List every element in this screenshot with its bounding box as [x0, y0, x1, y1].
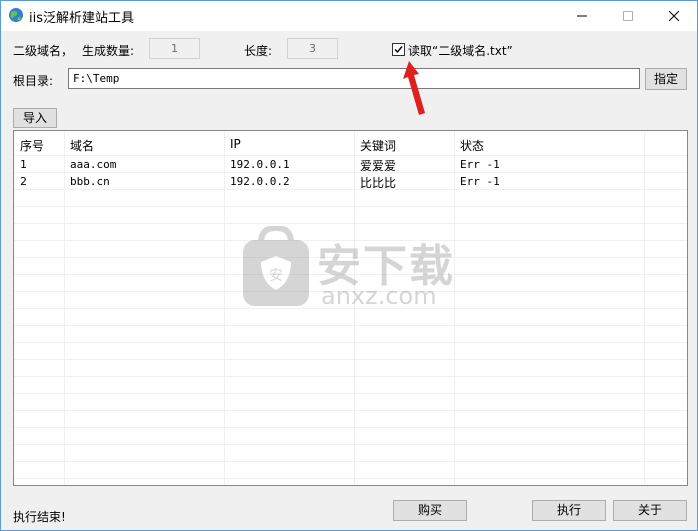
- length-field[interactable]: 3: [287, 38, 338, 59]
- column-header-index[interactable]: 序号: [20, 137, 44, 154]
- minimize-button[interactable]: [559, 1, 605, 31]
- read-file-checkbox[interactable]: [392, 43, 405, 56]
- length-label: 长度:: [244, 44, 273, 58]
- window-title: iis泛解析建站工具: [29, 11, 134, 26]
- table-header: 序号 域名 IP 关键词 状态: [14, 131, 687, 155]
- watermark: 安 安下载 anxz.com: [241, 224, 461, 311]
- close-button[interactable]: [651, 1, 697, 31]
- watermark-en: anxz.com: [321, 282, 437, 310]
- row-ip: 192.0.0.1: [230, 158, 290, 171]
- about-button[interactable]: 关于: [613, 500, 687, 521]
- row-index: 1: [20, 158, 27, 171]
- execute-button[interactable]: 执行: [532, 500, 606, 521]
- status-text: 执行结束!: [13, 510, 66, 524]
- row-keyword: 爱爱爱: [360, 159, 397, 173]
- root-dir-input[interactable]: F:\Temp: [68, 68, 640, 89]
- maximize-button[interactable]: [605, 1, 651, 31]
- checkmark-icon: [394, 46, 403, 54]
- row-status: Err -1: [460, 158, 500, 171]
- count-field[interactable]: 1: [149, 38, 200, 59]
- import-button[interactable]: 导入: [13, 108, 57, 128]
- count-label: 生成数量:: [82, 44, 135, 58]
- column-header-status[interactable]: 状态: [460, 137, 484, 154]
- close-icon: [669, 11, 679, 21]
- row-status: Err -1: [460, 175, 500, 188]
- subdomain-label: 二级域名，: [13, 44, 74, 58]
- column-header-keyword[interactable]: 关键词: [360, 137, 396, 154]
- red-arrow-icon: [403, 61, 425, 115]
- row-keyword: 比比比: [360, 176, 397, 190]
- specify-button[interactable]: 指定: [645, 68, 687, 90]
- app-window: iis泛解析建站工具 二级域名， 生成数量: 1 长度: 3 读取“二级域名.t…: [0, 0, 698, 531]
- column-header-domain[interactable]: 域名: [70, 137, 94, 154]
- svg-text:安: 安: [269, 268, 283, 284]
- globe-icon: [8, 7, 24, 23]
- title-bar: iis泛解析建站工具: [1, 1, 697, 31]
- row-domain: aaa.com: [70, 158, 117, 171]
- minimize-icon: [577, 15, 587, 17]
- maximize-icon: [623, 11, 633, 21]
- row-domain: bbb.cn: [70, 175, 110, 188]
- row-index: 2: [20, 175, 27, 188]
- root-dir-label: 根目录:: [13, 74, 54, 88]
- column-header-ip[interactable]: IP: [230, 137, 241, 151]
- row-ip: 192.0.0.2: [230, 175, 290, 188]
- buy-button[interactable]: 购买: [393, 500, 467, 521]
- read-file-label[interactable]: 读取“二级域名.txt”: [408, 42, 513, 59]
